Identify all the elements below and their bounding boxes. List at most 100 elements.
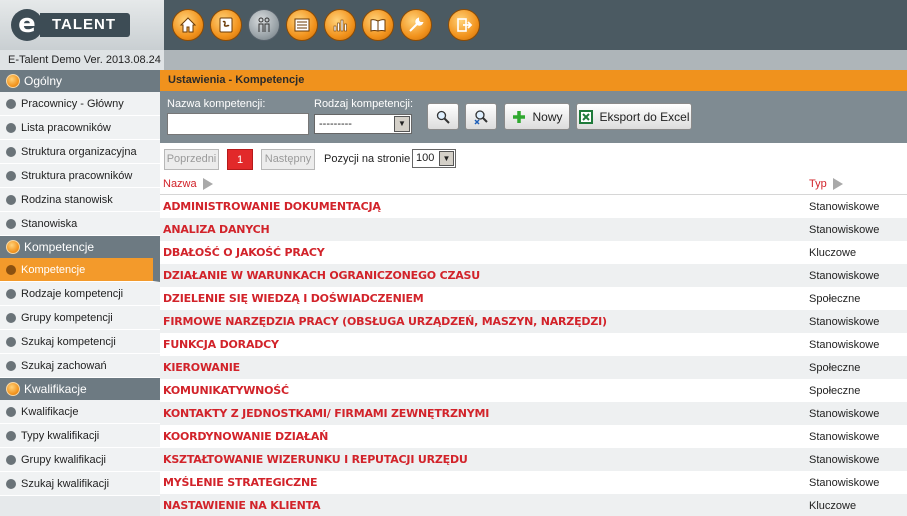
bullet-icon (6, 218, 16, 229)
name-filter-label: Nazwa kompetencji: (167, 98, 266, 110)
dropdown-arrow-icon[interactable]: ▼ (394, 116, 410, 132)
table-row[interactable]: ADMINISTROWANIE DOKUMENTACJĄ Stanowiskowe (160, 195, 907, 218)
table-row[interactable]: KOORDYNOWANIE DZIAŁAŃ Stanowiskowe (160, 425, 907, 448)
table-row[interactable]: MYŚLENIE STRATEGICZNE Stanowiskowe (160, 471, 907, 494)
table-row[interactable]: ANALIZA DANYCH Stanowiskowe (160, 218, 907, 241)
sidebar-item-grupy-kompetencji[interactable]: Grupy kompetencji (0, 306, 160, 330)
sidebar-section-ogolny[interactable]: Ogólny (0, 70, 160, 92)
list-icon[interactable] (286, 9, 318, 41)
competence-name-link[interactable]: KONTAKTY Z JEDNOSTKAMI/ FIRMAMI ZEWNĘTRZ… (163, 407, 489, 420)
people-icon[interactable] (248, 9, 280, 41)
column-header-label: Nazwa (163, 178, 197, 190)
competence-type: Społeczne (809, 361, 861, 374)
sidebar-item-label: Struktura pracowników (21, 169, 133, 182)
competence-name-link[interactable]: DZIAŁANIE W WARUNKACH OGRANICZONEGO CZAS… (163, 269, 480, 282)
current-page[interactable]: 1 (227, 149, 253, 170)
per-page-label: Pozycji na stronie (324, 153, 411, 165)
table-row[interactable]: KSZTAŁTOWANIE WIZERUNKU I REPUTACJI URZĘ… (160, 448, 907, 471)
search-icon (436, 110, 450, 124)
competence-name-link[interactable]: DZIELENIE SIĘ WIEDZĄ I DOŚWIADCZENIEM (163, 292, 424, 305)
competence-name-link[interactable]: ADMINISTROWANIE DOKUMENTACJĄ (163, 200, 381, 213)
section-icon (6, 74, 20, 88)
type-filter-value: --------- (319, 118, 352, 130)
column-header-name[interactable]: Nazwa (163, 178, 213, 190)
new-button[interactable]: Nowy (504, 103, 570, 130)
sidebar-item-struktura-organizacyjna[interactable]: Struktura organizacyjna (0, 140, 160, 164)
table-row[interactable]: KOMUNIKATYWNOŚĆ Społeczne (160, 379, 907, 402)
sidebar-item-typy-kwalifikacji[interactable]: Typy kwalifikacji (0, 424, 160, 448)
bullet-icon (6, 312, 16, 323)
book-icon[interactable] (362, 9, 394, 41)
sidebar-item-struktura-pracownikow[interactable]: Struktura pracowników (0, 164, 160, 188)
exit-icon[interactable] (448, 9, 480, 41)
sidebar-item-stanowiska[interactable]: Stanowiska (0, 212, 160, 236)
competence-name-link[interactable]: KSZTAŁTOWANIE WIZERUNKU I REPUTACJI URZĘ… (163, 453, 468, 466)
competence-name-link[interactable]: KOORDYNOWANIE DZIAŁAŃ (163, 430, 328, 443)
table-row[interactable]: FUNKCJA DORADCY Stanowiskowe (160, 333, 907, 356)
competence-name-link[interactable]: FUNKCJA DORADCY (163, 338, 279, 351)
competence-type: Kluczowe (809, 499, 857, 512)
sidebar-section-kompetencje[interactable]: Kompetencje (0, 236, 160, 258)
chart-icon[interactable] (324, 9, 356, 41)
competence-name-link[interactable]: KIEROWANIE (163, 361, 240, 374)
type-filter-select[interactable]: --------- ▼ (314, 114, 412, 134)
table-row[interactable]: DBAŁOŚĆ O JAKOŚĆ PRACY Kluczowe (160, 241, 907, 264)
table-row[interactable]: KIEROWANIE Społeczne (160, 356, 907, 379)
clear-search-icon (474, 109, 488, 125)
table-row[interactable]: FIRMOWE NARZĘDZIA PRACY (OBSŁUGA URZĄDZE… (160, 310, 907, 333)
sort-arrow-icon (832, 178, 843, 190)
competence-type: Stanowiskowe (809, 476, 880, 489)
sort-arrow-icon (202, 178, 213, 190)
export-excel-button[interactable]: Eksport do Excel (576, 103, 692, 130)
table-row[interactable]: DZIAŁANIE W WARUNKACH OGRANICZONEGO CZAS… (160, 264, 907, 287)
type-filter-label: Rodzaj kompetencji: (314, 98, 414, 110)
bullet-icon (6, 98, 16, 109)
competence-type: Społeczne (809, 384, 861, 397)
clear-search-button[interactable] (465, 103, 497, 130)
pagination: Poprzedni 1 Następny Pozycji na stronie … (160, 143, 907, 175)
bullet-icon (6, 170, 16, 181)
table-row[interactable]: KONTAKTY Z JEDNOSTKAMI/ FIRMAMI ZEWNĘTRZ… (160, 402, 907, 425)
sidebar-item-lista-pracownikow[interactable]: Lista pracowników (0, 116, 160, 140)
sidebar-item-label: Rodzina stanowisk (21, 193, 113, 206)
search-button[interactable] (427, 103, 459, 130)
sidebar-item-rodzina-stanowisk[interactable]: Rodzina stanowisk (0, 188, 160, 212)
sidebar-section-title: Ogólny (24, 74, 63, 88)
bullet-icon (6, 454, 16, 465)
name-filter-input[interactable] (167, 113, 309, 135)
home-icon[interactable] (172, 9, 204, 41)
sidebar-item-szukaj-zachowan[interactable]: Szukaj zachowań (0, 354, 160, 378)
sidebar-item-rodzaje-kompetencji[interactable]: Rodzaje kompetencji (0, 282, 160, 306)
competence-name-link[interactable]: MYŚLENIE STRATEGICZNE (163, 476, 317, 489)
competence-type: Stanowiskowe (809, 430, 880, 443)
bullet-icon (6, 478, 16, 489)
toolbar (172, 9, 480, 41)
prev-page-button[interactable]: Poprzedni (164, 149, 219, 170)
sidebar-item-szukaj-kwalifikacji[interactable]: Szukaj kwalifikacji (0, 472, 160, 496)
competence-name-link[interactable]: NASTAWIENIE NA KLIENTA (163, 499, 321, 512)
sidebar-item-label: Typy kwalifikacji (21, 429, 100, 442)
phonebook-icon[interactable] (210, 9, 242, 41)
competence-name-link[interactable]: ANALIZA DANYCH (163, 223, 270, 236)
sidebar-section-kwalifikacje[interactable]: Kwalifikacje (0, 378, 160, 400)
bullet-icon (6, 194, 16, 205)
logo-text: TALENT (40, 13, 130, 37)
competence-name-link[interactable]: FIRMOWE NARZĘDZIA PRACY (OBSŁUGA URZĄDZE… (163, 315, 607, 328)
table-row[interactable]: DZIELENIE SIĘ WIEDZĄ I DOŚWIADCZENIEM Spo… (160, 287, 907, 310)
per-page-select[interactable]: 100 ▼ (412, 149, 456, 168)
bullet-icon (6, 146, 16, 157)
dropdown-arrow-icon[interactable]: ▼ (439, 151, 454, 166)
sidebar-item-grupy-kwalifikacji[interactable]: Grupy kwalifikacji (0, 448, 160, 472)
sidebar-item-kwalifikacje[interactable]: Kwalifikacje (0, 400, 160, 424)
next-page-button[interactable]: Następny (261, 149, 315, 170)
competence-name-link[interactable]: DBAŁOŚĆ O JAKOŚĆ PRACY (163, 246, 325, 259)
table-row[interactable]: NASTAWIENIE NA KLIENTA Kluczowe (160, 494, 907, 516)
sidebar-item-pracownicy-glowny[interactable]: Pracownicy - Główny (0, 92, 160, 116)
competence-type: Stanowiskowe (809, 453, 880, 466)
sidebar-item-szukaj-kompetencji[interactable]: Szukaj kompetencji (0, 330, 160, 354)
version-label: E-Talent Demo Ver. 2013.08.24 (0, 50, 164, 70)
sidebar-item-kompetencje[interactable]: Kompetencje (0, 258, 160, 282)
column-header-type[interactable]: Typ (809, 178, 843, 190)
competence-name-link[interactable]: KOMUNIKATYWNOŚĆ (163, 384, 289, 397)
tools-icon[interactable] (400, 9, 432, 41)
